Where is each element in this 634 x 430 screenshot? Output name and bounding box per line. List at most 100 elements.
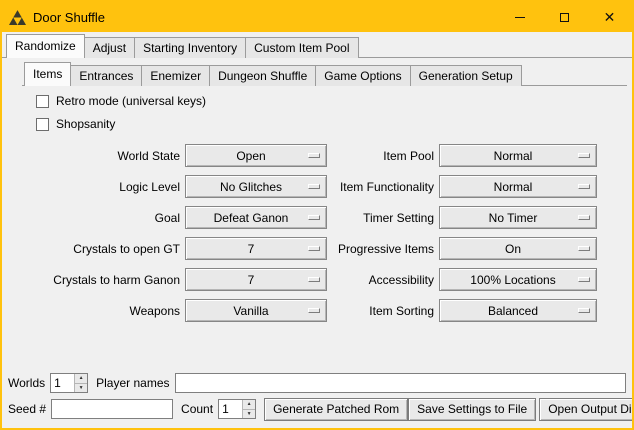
progressive-items-label: Progressive Items — [327, 242, 434, 256]
dropdown-indicator-icon — [308, 277, 320, 282]
window: Door Shuffle ✕ Randomize Adjust Starting… — [0, 0, 634, 430]
item-sorting-label: Item Sorting — [327, 304, 434, 318]
logic-level-dropdown[interactable]: No Glitches — [185, 175, 327, 198]
player-names-input[interactable] — [175, 373, 627, 393]
save-settings-button[interactable]: Save Settings to File — [408, 398, 536, 421]
worlds-label: Worlds — [8, 376, 45, 390]
retro-mode-checkbox[interactable] — [36, 95, 49, 108]
accessibility-label: Accessibility — [327, 273, 434, 287]
maximize-button[interactable] — [542, 2, 587, 32]
item-sorting-value: Balanced — [488, 304, 548, 318]
spin-down-icon[interactable]: ▼ — [243, 410, 255, 419]
multiworld-row: Worlds ▲ ▼ Player names — [2, 370, 632, 396]
timer-setting-dropdown[interactable]: No Timer — [439, 206, 597, 229]
tab-adjust[interactable]: Adjust — [84, 37, 135, 58]
spin-down-icon[interactable]: ▼ — [75, 384, 87, 393]
world-state-value: Open — [236, 149, 275, 163]
dropdown-indicator-icon — [308, 246, 320, 251]
shopsanity-checkbox[interactable] — [36, 118, 49, 131]
shopsanity-label: Shopsanity — [56, 117, 115, 131]
count-input[interactable] — [219, 400, 242, 418]
retro-mode-label: Retro mode (universal keys) — [56, 94, 206, 108]
crystals-gt-value: 7 — [248, 242, 265, 256]
seed-input[interactable] — [51, 399, 173, 419]
goal-value: Defeat Ganon — [214, 211, 299, 225]
worlds-input[interactable] — [51, 374, 74, 392]
logic-level-label: Logic Level — [22, 180, 180, 194]
count-label: Count — [181, 402, 213, 416]
weapons-value: Vanilla — [233, 304, 278, 318]
tab-dungeon-shuffle[interactable]: Dungeon Shuffle — [209, 65, 316, 86]
item-pool-dropdown[interactable]: Normal — [439, 144, 597, 167]
item-pool-value: Normal — [494, 149, 543, 163]
spinner-buttons: ▲ ▼ — [74, 374, 87, 392]
tab-game-options[interactable]: Game Options — [315, 65, 410, 86]
open-output-directory-button[interactable]: Open Output Directory — [539, 398, 632, 421]
tab-custom-item-pool[interactable]: Custom Item Pool — [245, 37, 358, 58]
item-functionality-label: Item Functionality — [327, 180, 434, 194]
setting-row: Crystals to harm Ganon 7 Accessibility 1… — [22, 264, 627, 295]
minimize-icon — [515, 17, 525, 18]
item-sorting-dropdown[interactable]: Balanced — [439, 299, 597, 322]
item-pool-label: Item Pool — [327, 149, 434, 163]
spin-up-icon[interactable]: ▲ — [243, 400, 255, 410]
setting-row: Logic Level No Glitches Item Functionali… — [22, 171, 627, 202]
dropdown-indicator-icon — [578, 215, 590, 220]
setting-row: World State Open Item Pool Normal — [22, 140, 627, 171]
item-functionality-value: Normal — [494, 180, 543, 194]
crystals-ganon-label: Crystals to harm Ganon — [22, 273, 180, 287]
world-state-dropdown[interactable]: Open — [185, 144, 327, 167]
close-button[interactable]: ✕ — [587, 2, 632, 32]
tab-randomize[interactable]: Randomize — [6, 34, 85, 58]
world-state-label: World State — [22, 149, 180, 163]
shopsanity-option[interactable]: Shopsanity — [36, 117, 627, 131]
goal-label: Goal — [22, 211, 180, 225]
window-title: Door Shuffle — [33, 10, 105, 25]
setting-row: Weapons Vanilla Item Sorting Balanced — [22, 295, 627, 326]
goal-dropdown[interactable]: Defeat Ganon — [185, 206, 327, 229]
tab-generation-setup[interactable]: Generation Setup — [410, 65, 522, 86]
item-functionality-dropdown[interactable]: Normal — [439, 175, 597, 198]
minimize-button[interactable] — [497, 2, 542, 32]
client-area: Randomize Adjust Starting Inventory Cust… — [2, 32, 632, 428]
dropdown-indicator-icon — [308, 153, 320, 158]
setting-row: Goal Defeat Ganon Timer Setting No Timer — [22, 202, 627, 233]
crystals-ganon-value: 7 — [248, 273, 265, 287]
weapons-label: Weapons — [22, 304, 180, 318]
timer-setting-label: Timer Setting — [327, 211, 434, 225]
player-names-label: Player names — [96, 376, 169, 390]
worlds-spinner[interactable]: ▲ ▼ — [50, 373, 88, 393]
dropdown-indicator-icon — [308, 308, 320, 313]
dropdown-indicator-icon — [578, 277, 590, 282]
retro-mode-option[interactable]: Retro mode (universal keys) — [36, 94, 627, 108]
generate-patched-rom-button[interactable]: Generate Patched Rom — [264, 398, 408, 421]
dropdown-indicator-icon — [578, 184, 590, 189]
settings-grid: World State Open Item Pool Normal Logic … — [22, 140, 627, 326]
spin-up-icon[interactable]: ▲ — [75, 374, 87, 384]
accessibility-value: 100% Locations — [470, 273, 565, 287]
inner-tab-bar: Items Entrances Enemizer Dungeon Shuffle… — [22, 62, 627, 86]
crystals-ganon-dropdown[interactable]: 7 — [185, 268, 327, 291]
titlebar[interactable]: Door Shuffle ✕ — [2, 2, 632, 32]
dropdown-indicator-icon — [578, 153, 590, 158]
randomize-pane: Items Entrances Enemizer Dungeon Shuffle… — [22, 62, 627, 370]
tab-starting-inventory[interactable]: Starting Inventory — [134, 37, 246, 58]
accessibility-dropdown[interactable]: 100% Locations — [439, 268, 597, 291]
close-icon: ✕ — [604, 9, 616, 26]
tab-entrances[interactable]: Entrances — [70, 65, 142, 86]
weapons-dropdown[interactable]: Vanilla — [185, 299, 327, 322]
tab-items[interactable]: Items — [24, 62, 71, 86]
tab-enemizer[interactable]: Enemizer — [141, 65, 210, 86]
dropdown-indicator-icon — [578, 308, 590, 313]
crystals-gt-dropdown[interactable]: 7 — [185, 237, 327, 260]
logic-level-value: No Glitches — [220, 180, 292, 194]
seed-label: Seed # — [8, 402, 46, 416]
spinner-buttons: ▲ ▼ — [242, 400, 255, 418]
progressive-items-value: On — [505, 242, 531, 256]
window-controls: ✕ — [497, 2, 632, 32]
outer-tab-bar: Randomize Adjust Starting Inventory Cust… — [2, 34, 632, 58]
count-spinner[interactable]: ▲ ▼ — [218, 399, 256, 419]
maximize-icon — [560, 13, 569, 22]
dropdown-indicator-icon — [578, 246, 590, 251]
progressive-items-dropdown[interactable]: On — [439, 237, 597, 260]
